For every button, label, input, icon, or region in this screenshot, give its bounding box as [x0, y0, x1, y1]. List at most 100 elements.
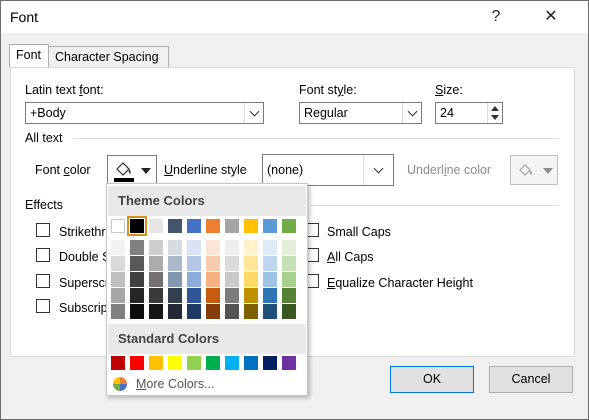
color-swatch[interactable] — [263, 272, 277, 287]
color-swatch[interactable] — [149, 288, 163, 303]
color-swatch[interactable] — [187, 304, 201, 319]
color-swatch[interactable] — [225, 240, 239, 255]
color-swatch[interactable] — [263, 219, 277, 233]
color-swatch[interactable] — [225, 304, 239, 319]
color-swatch[interactable] — [244, 288, 258, 303]
color-swatch[interactable] — [149, 219, 163, 233]
strikethrough-label: Strikethr — [59, 225, 106, 239]
color-swatch[interactable] — [244, 356, 258, 370]
color-swatch[interactable] — [282, 272, 296, 287]
color-swatch[interactable] — [111, 219, 125, 233]
color-swatch[interactable] — [149, 256, 163, 271]
color-swatch[interactable] — [187, 240, 201, 255]
color-swatch[interactable] — [168, 356, 182, 370]
font-color-menu: Theme Colors Standard Colors More Colors… — [106, 183, 308, 396]
color-swatch[interactable] — [244, 219, 258, 233]
color-swatch[interactable] — [244, 304, 258, 319]
color-swatch[interactable] — [149, 304, 163, 319]
color-swatch[interactable] — [187, 256, 201, 271]
chevron-down-icon[interactable] — [244, 103, 263, 123]
color-swatch[interactable] — [263, 304, 277, 319]
double-strikethrough-checkbox[interactable] — [36, 248, 50, 262]
subscript-label: Subscrip — [59, 301, 108, 315]
latin-font-combo[interactable]: +Body — [25, 102, 264, 124]
size-value: 24 — [440, 106, 454, 120]
tab-font[interactable]: Font — [9, 44, 49, 67]
color-swatch[interactable] — [130, 256, 144, 271]
color-swatch[interactable] — [127, 216, 147, 236]
color-swatch[interactable] — [149, 272, 163, 287]
color-swatch[interactable] — [111, 256, 125, 271]
color-swatch[interactable] — [187, 272, 201, 287]
chevron-down-icon[interactable] — [363, 155, 393, 185]
font-color-button[interactable] — [107, 155, 157, 185]
color-swatch[interactable] — [225, 272, 239, 287]
subscript-checkbox[interactable] — [36, 299, 50, 313]
color-swatch[interactable] — [111, 288, 125, 303]
font-style-combo[interactable]: Regular — [299, 102, 422, 124]
more-colors-item[interactable]: More Colors... — [108, 373, 306, 395]
color-swatch[interactable] — [168, 304, 182, 319]
cancel-button[interactable]: Cancel — [489, 366, 573, 393]
spin-arrows-icon[interactable] — [487, 103, 502, 123]
color-swatch[interactable] — [187, 288, 201, 303]
color-swatch[interactable] — [130, 272, 144, 287]
color-swatch[interactable] — [206, 288, 220, 303]
color-swatch[interactable] — [244, 256, 258, 271]
help-button[interactable]: ? — [479, 5, 513, 29]
color-swatch[interactable] — [206, 256, 220, 271]
color-swatch[interactable] — [168, 288, 182, 303]
color-swatch[interactable] — [149, 356, 163, 370]
color-swatch[interactable] — [206, 304, 220, 319]
color-swatch[interactable] — [244, 240, 258, 255]
color-swatch[interactable] — [149, 240, 163, 255]
color-swatch[interactable] — [263, 288, 277, 303]
color-swatch[interactable] — [111, 240, 125, 255]
font-style-value: Regular — [304, 106, 348, 120]
color-swatch[interactable] — [263, 240, 277, 255]
chevron-down-icon[interactable] — [402, 103, 421, 123]
color-swatch[interactable] — [111, 272, 125, 287]
underline-style-combo[interactable]: (none) — [262, 154, 394, 186]
color-swatch[interactable] — [130, 288, 144, 303]
all-text-divider — [73, 138, 559, 139]
font-style-label: Font style: — [299, 83, 357, 97]
color-swatch[interactable] — [225, 256, 239, 271]
color-swatch[interactable] — [282, 240, 296, 255]
color-swatch[interactable] — [168, 256, 182, 271]
strikethrough-checkbox[interactable] — [36, 223, 50, 237]
tab-character-spacing[interactable]: Character Spacing — [48, 46, 169, 67]
color-swatch[interactable] — [225, 356, 239, 370]
color-swatch[interactable] — [263, 356, 277, 370]
double-strikethrough-label: Double S — [59, 250, 111, 264]
color-swatch[interactable] — [187, 219, 201, 233]
color-swatch[interactable] — [282, 304, 296, 319]
color-swatch[interactable] — [282, 256, 296, 271]
color-swatch[interactable] — [130, 304, 144, 319]
color-swatch[interactable] — [282, 356, 296, 370]
ok-button[interactable]: OK — [390, 366, 474, 393]
color-swatch[interactable] — [263, 256, 277, 271]
color-swatch[interactable] — [168, 272, 182, 287]
color-swatch[interactable] — [225, 288, 239, 303]
color-swatch[interactable] — [168, 219, 182, 233]
color-swatch[interactable] — [168, 240, 182, 255]
color-swatch[interactable] — [282, 219, 296, 233]
equalize-height-label: Equalize Character Height — [327, 276, 473, 290]
color-swatch[interactable] — [206, 240, 220, 255]
close-button[interactable]: ✕ — [534, 5, 568, 29]
color-swatch[interactable] — [206, 272, 220, 287]
color-swatch[interactable] — [130, 356, 144, 370]
standard-colors-heading: Standard Colors — [108, 324, 306, 354]
size-spinner[interactable]: 24 — [435, 102, 503, 124]
color-swatch[interactable] — [244, 272, 258, 287]
color-swatch[interactable] — [130, 240, 144, 255]
color-swatch[interactable] — [206, 356, 220, 370]
color-swatch[interactable] — [225, 219, 239, 233]
color-swatch[interactable] — [187, 356, 201, 370]
color-swatch[interactable] — [111, 356, 125, 370]
color-swatch[interactable] — [282, 288, 296, 303]
color-swatch[interactable] — [111, 304, 125, 319]
color-swatch[interactable] — [206, 219, 220, 233]
superscript-checkbox[interactable] — [36, 274, 50, 288]
